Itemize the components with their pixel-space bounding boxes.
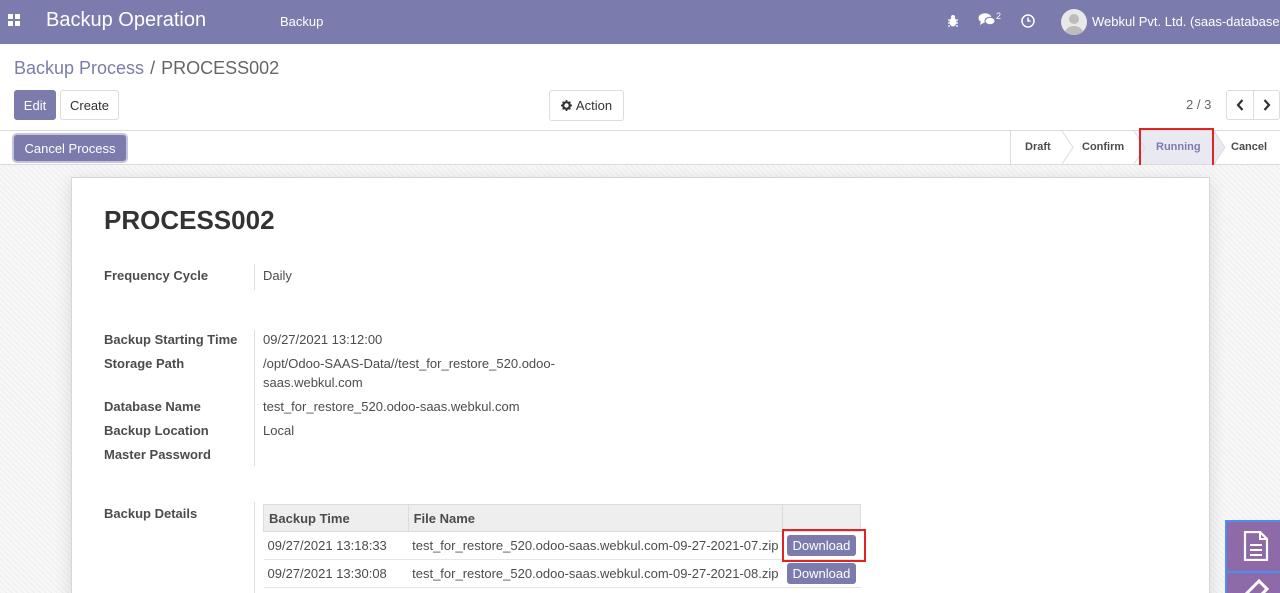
stage-cancel[interactable]: Cancel: [1231, 141, 1267, 153]
chevron-right-icon: [1263, 99, 1271, 111]
breadcrumb: Backup Process / PROCESS002: [14, 58, 279, 79]
backup-time-cell: 09/27/2021 13:18:33: [263, 531, 409, 560]
database-name-label: Database Name: [104, 399, 201, 414]
stage-draft[interactable]: Draft: [1025, 141, 1051, 153]
file-name-cell: test_for_restore_520.odoo-saas.webkul.co…: [408, 559, 783, 588]
breadcrumb-separator: /: [150, 58, 156, 78]
cancel-process-button[interactable]: Cancel Process: [14, 135, 126, 161]
table-row[interactable]: 09/27/2021 13:18:33 test_for_restore_520…: [263, 531, 861, 560]
side-floating-widget: [1225, 520, 1280, 593]
breadcrumb-parent-link[interactable]: Backup Process: [14, 58, 144, 78]
storage-path-line-1: /opt/Odoo-SAAS-Data//test_for_restore_52…: [263, 356, 555, 371]
running-stage-highlight: [1139, 128, 1214, 170]
field-separator: [254, 502, 255, 593]
file-name-cell: test_for_restore_520.odoo-saas.webkul.co…: [408, 531, 783, 560]
table-row[interactable]: 09/27/2021 13:30:08 test_for_restore_520…: [263, 559, 861, 588]
database-name-value: test_for_restore_520.odoo-saas.webkul.co…: [263, 399, 520, 414]
stage-confirm[interactable]: Confirm: [1082, 141, 1124, 153]
statusbar-divider: [1010, 131, 1011, 164]
download-button[interactable]: Download: [786, 563, 857, 584]
company-user-menu[interactable]: Webkul Pvt. Ltd. (saas-database): [1092, 14, 1280, 29]
record-title: PROCESS002: [104, 205, 275, 235]
storage-path-value: /opt/Odoo-SAAS-Data//test_for_restore_52…: [263, 354, 555, 392]
stage-separator: [1214, 131, 1226, 164]
backup-details-table: Backup Time File Name 09/27/2021 13:18:3…: [263, 504, 861, 593]
app-title[interactable]: Backup Operation: [46, 9, 206, 32]
field-separator: [254, 264, 255, 290]
form-statusbar: Cancel Process Draft Confirm Running Can…: [0, 130, 1280, 165]
pager-next-button[interactable]: [1253, 90, 1280, 120]
download-cell: Download: [782, 559, 861, 588]
document-icon[interactable]: [1243, 530, 1269, 564]
backup-starting-time-value: 09/27/2021 13:12:00: [263, 332, 383, 347]
stage-separator: [1062, 131, 1074, 164]
user-avatar[interactable]: [1061, 9, 1087, 35]
create-button[interactable]: Create: [60, 90, 119, 120]
top-navbar: Backup Operation Backup 2 Webkul Pvt. Lt…: [0, 0, 1280, 44]
breadcrumb-current: PROCESS002: [161, 58, 280, 78]
action-button[interactable]: Action: [549, 90, 624, 121]
backup-details-label: Backup Details: [104, 506, 198, 521]
apps-menu-icon[interactable]: [8, 14, 21, 27]
frequency-cycle-label: Frequency Cycle: [104, 268, 209, 283]
column-header-backup-time[interactable]: Backup Time: [263, 504, 409, 532]
backup-starting-time-label: Backup Starting Time: [104, 332, 238, 347]
download-button-highlight: [782, 529, 866, 562]
backup-location-label: Backup Location: [104, 423, 209, 438]
backup-location-value: Local: [263, 423, 295, 438]
table-header-row: Backup Time File Name: [263, 504, 861, 532]
action-button-label: Action: [575, 98, 613, 113]
side-widget-divider: [1227, 571, 1280, 573]
table-row[interactable]: [263, 587, 861, 593]
pager-value[interactable]: 2 / 3: [1186, 97, 1211, 112]
messages-chat-icon[interactable]: [978, 12, 996, 31]
field-separator: [254, 330, 255, 466]
master-password-label: Master Password: [104, 447, 211, 462]
gear-icon: [560, 100, 572, 111]
messages-count-badge: 2: [996, 11, 1002, 21]
file-name-cell: [408, 587, 783, 593]
backup-time-cell: 09/27/2021 13:30:08: [263, 559, 409, 588]
ticket-icon[interactable]: [1241, 577, 1270, 593]
column-header-actions: [782, 504, 861, 532]
chevron-left-icon: [1236, 99, 1244, 111]
storage-path-label: Storage Path: [104, 356, 185, 371]
download-cell: [782, 587, 861, 593]
column-header-file-name[interactable]: File Name: [407, 504, 784, 532]
frequency-cycle-value: Daily: [263, 268, 292, 283]
activity-clock-icon[interactable]: [1020, 13, 1036, 32]
storage-path-line-2: saas.webkul.com: [263, 375, 363, 390]
backup-time-cell: [263, 587, 409, 593]
debug-bug-icon[interactable]: [947, 14, 959, 31]
pager-previous-button[interactable]: [1226, 90, 1254, 120]
edit-button[interactable]: Edit: [14, 90, 56, 120]
menu-item-backup[interactable]: Backup: [280, 14, 323, 29]
